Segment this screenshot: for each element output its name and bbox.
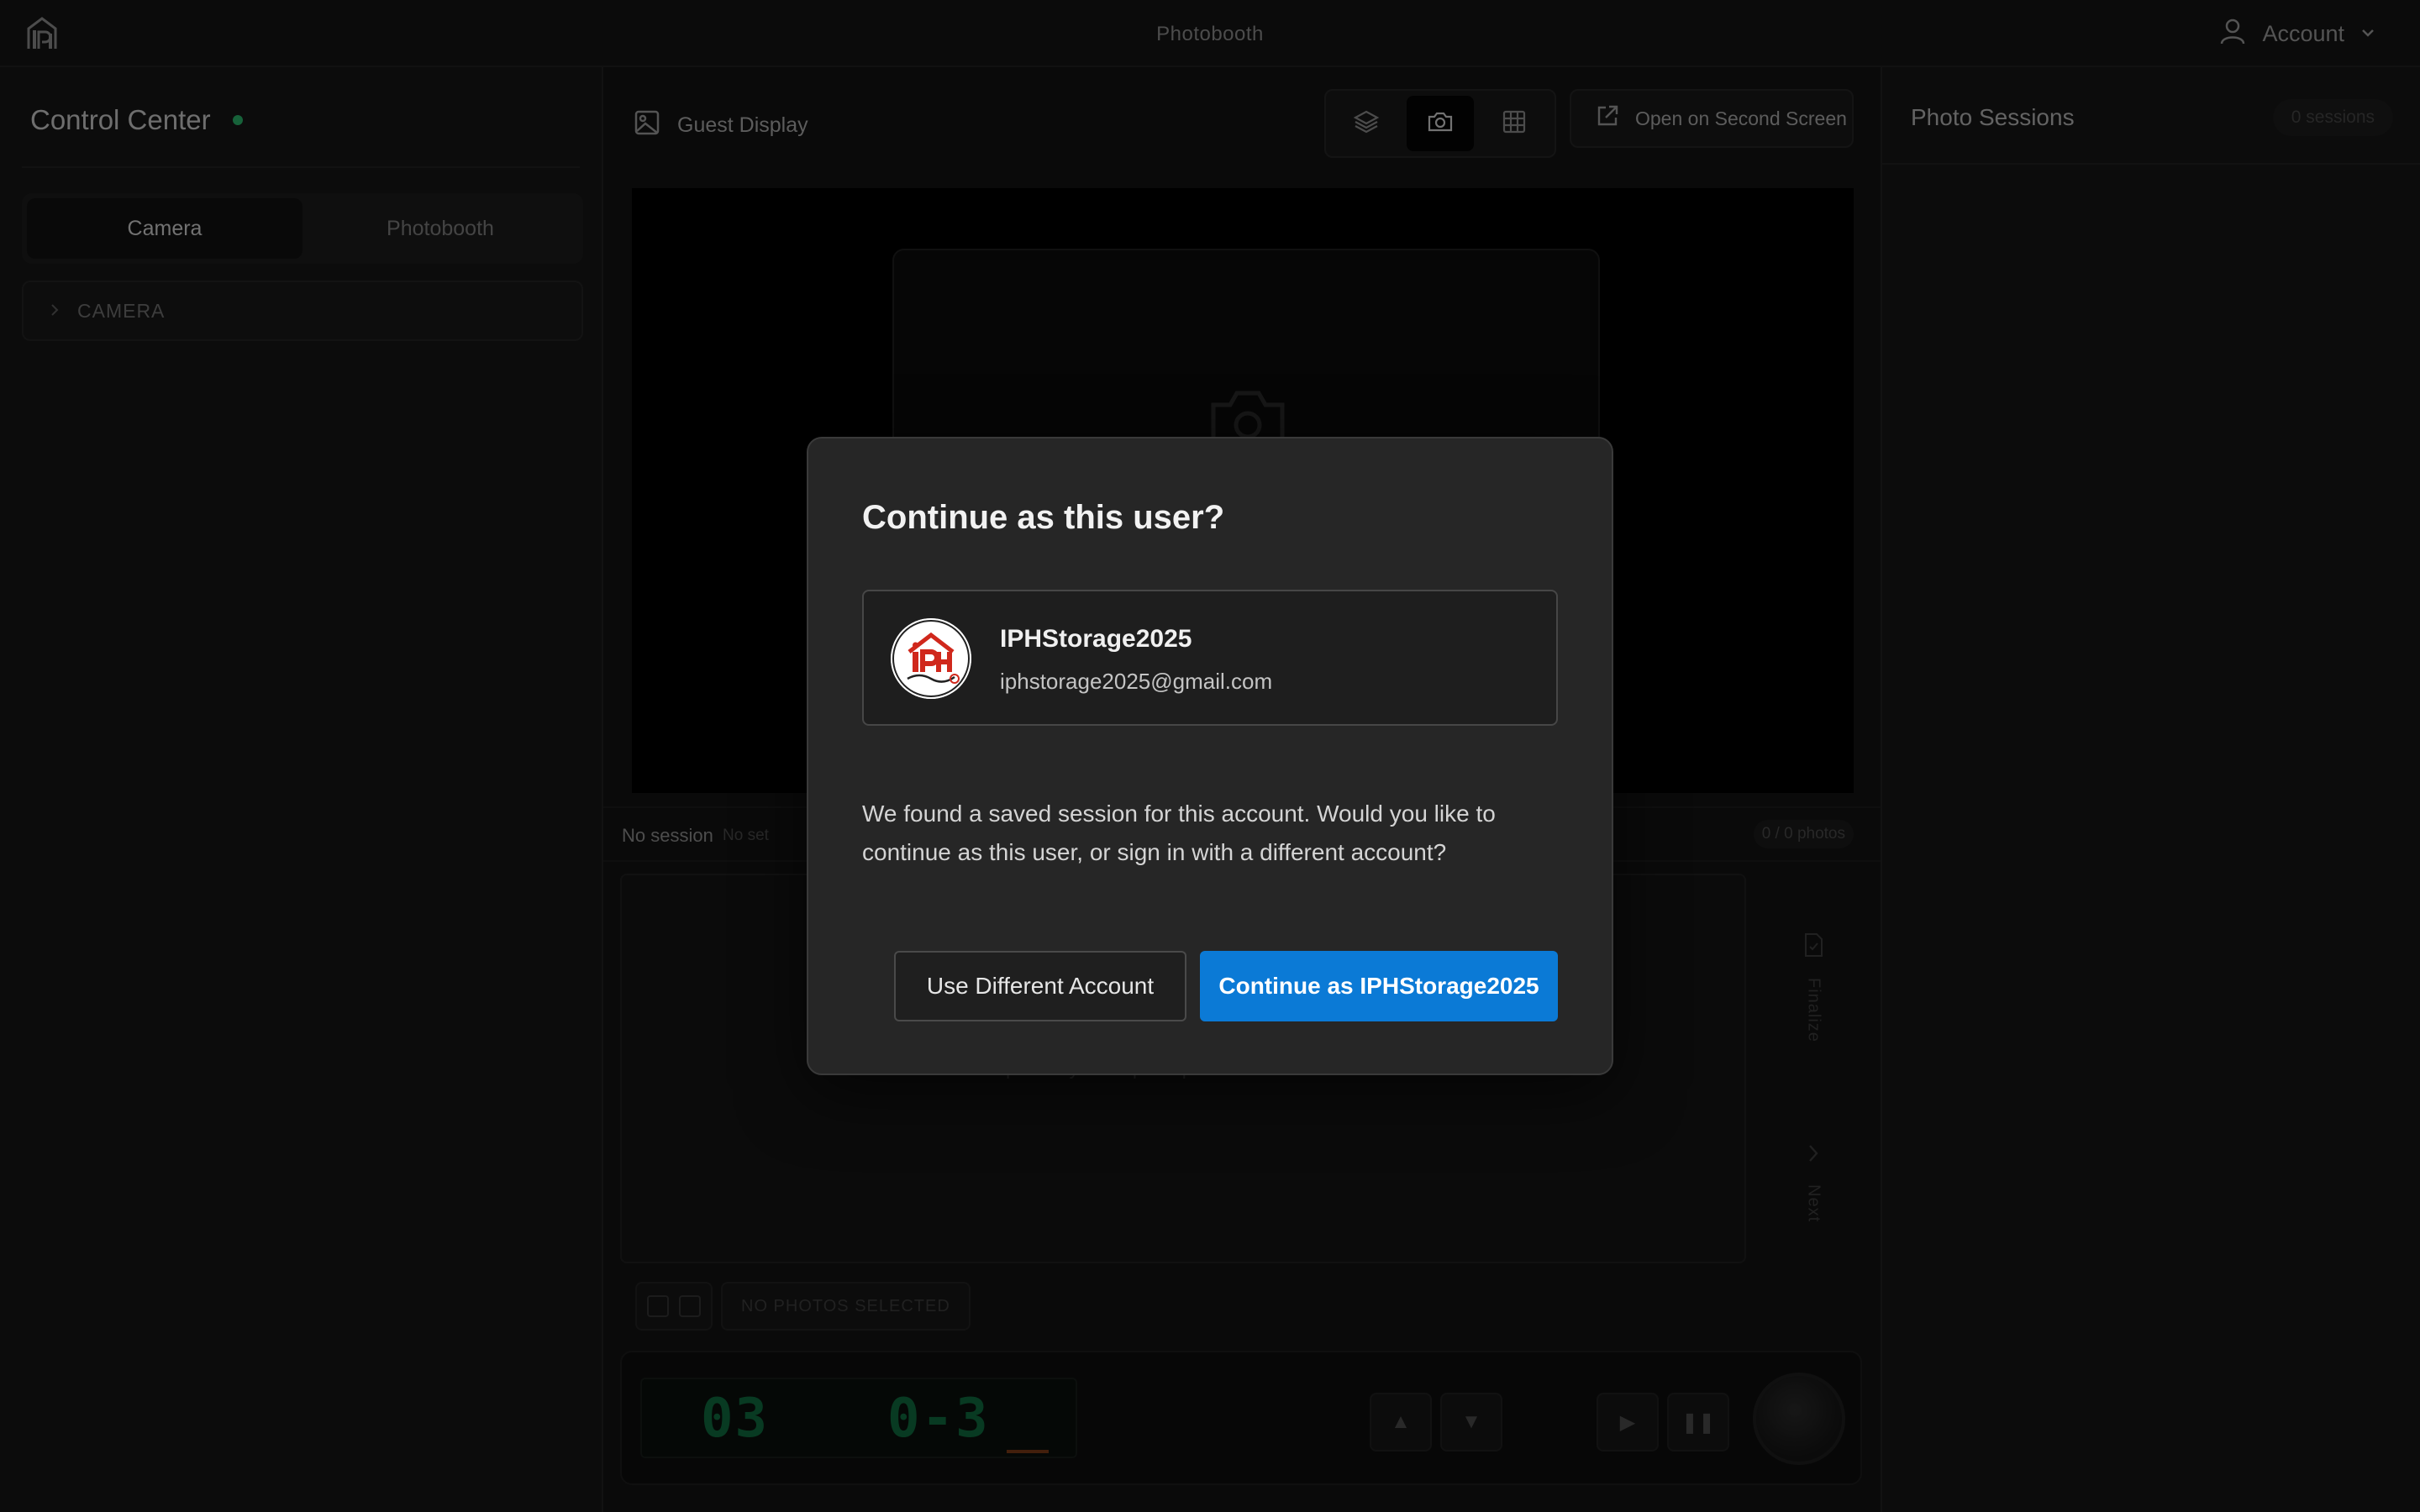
avatar [891, 618, 971, 699]
user-name: IPHStorage2025 [1000, 625, 1192, 653]
continue-user-dialog: Continue as this user? IPHStorage2025 ip… [807, 437, 1613, 1075]
user-email: iphstorage2025@gmail.com [1000, 669, 1273, 694]
user-card: IPHStorage2025 iphstorage2025@gmail.com [862, 590, 1558, 726]
continue-as-user-button[interactable]: Continue as IPHStorage2025 [1200, 951, 1558, 1021]
dialog-title: Continue as this user? [862, 499, 1225, 536]
use-different-account-button[interactable]: Use Different Account [894, 951, 1186, 1021]
dialog-message: We found a saved session for this accoun… [862, 801, 1496, 865]
